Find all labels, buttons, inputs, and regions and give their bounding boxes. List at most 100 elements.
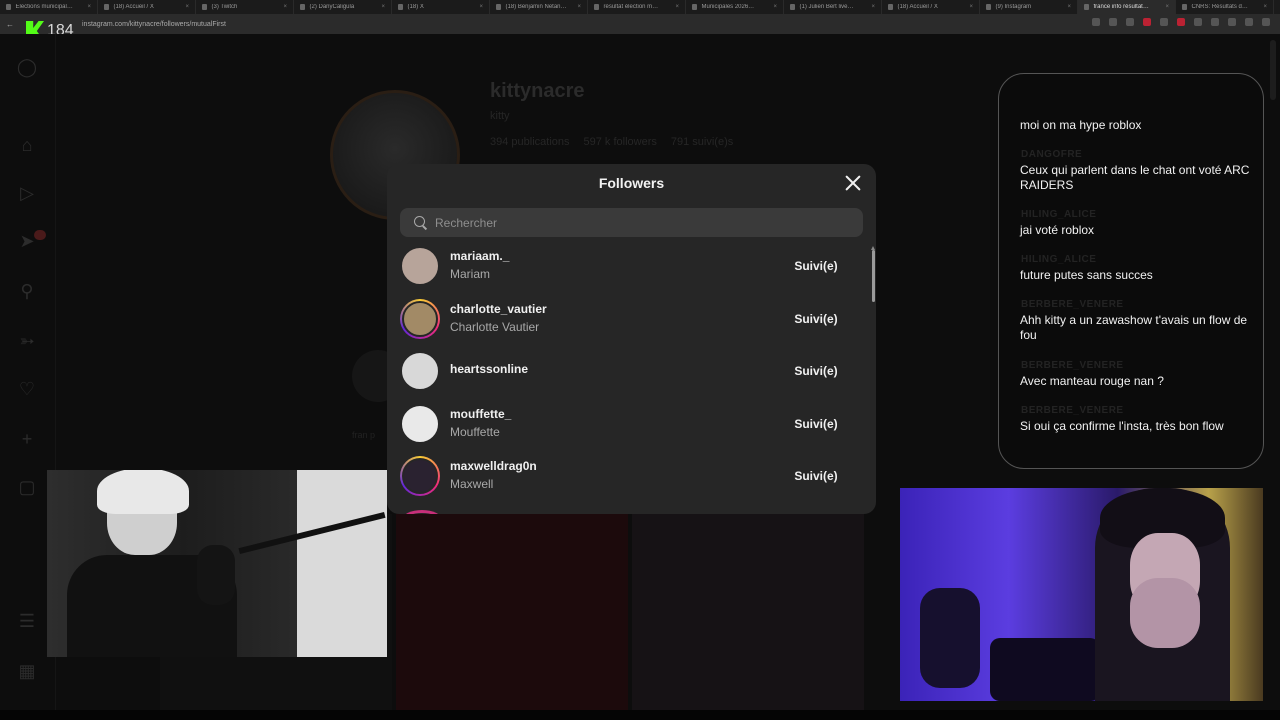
post-tile[interactable] [396, 514, 628, 710]
more-options-icon[interactable] [1262, 18, 1270, 26]
search-icon[interactable]: ⚲ [16, 280, 38, 302]
following-button[interactable]: Suivi(e) [782, 306, 850, 332]
tab-close-icon[interactable]: × [479, 4, 483, 10]
chat-message: jai voté roblox [1020, 223, 1095, 237]
extension-icon[interactable] [1143, 18, 1151, 26]
search-field[interactable] [400, 208, 863, 237]
home-icon[interactable]: ⌂ [16, 134, 38, 156]
avatar[interactable] [400, 351, 440, 391]
screen: Elections municipal… × (18) Accueil / X × (3… [0, 0, 1280, 720]
tab-close-icon[interactable]: × [1067, 4, 1071, 10]
profile-stat-following[interactable]: 791 suivi(e)s [671, 136, 733, 148]
avatar-image [402, 300, 438, 337]
puzzle-icon[interactable] [1211, 18, 1219, 26]
background-chair [920, 588, 980, 688]
following-button[interactable]: Suivi(e) [782, 411, 850, 437]
follower-row[interactable]: heartssonline Suivi(e) [387, 345, 869, 397]
zoom-icon[interactable] [1092, 18, 1100, 26]
search-input[interactable] [435, 215, 835, 230]
browser-tab-strip: Elections municipal… × (18) Accueil / X × (3… [0, 0, 1280, 14]
follower-username[interactable]: mouffette_ [450, 407, 511, 421]
tab-close-icon[interactable]: × [969, 4, 973, 10]
page-scrollbar[interactable] [1270, 40, 1276, 100]
browser-tab[interactable]: (18) X × [392, 0, 490, 14]
browser-tab[interactable]: CNRS: Résultats d… × [1176, 0, 1274, 14]
avatar[interactable] [400, 403, 440, 444]
heart-icon[interactable]: ♡ [16, 378, 38, 400]
bookmark-star-icon[interactable] [1126, 18, 1134, 26]
back-arrow-icon[interactable]: ← [6, 20, 14, 29]
browser-tab[interactable]: (18) Accueil / X × [98, 0, 196, 14]
instagram-icon[interactable]: ◯ [16, 56, 38, 78]
browser-tab[interactable]: (1) Julien Bert live… × [784, 0, 882, 14]
browser-tab[interactable]: (3) Twitch × [196, 0, 294, 14]
browser-tab[interactable]: (18) Accueil / X × [882, 0, 980, 14]
follower-username[interactable]: heartssonline [450, 362, 528, 376]
following-button[interactable]: Suivi(e) [782, 253, 850, 279]
browser-tab[interactable]: Elections municipal… × [0, 0, 98, 14]
tab-close-icon[interactable]: × [87, 4, 91, 10]
tab-close-icon[interactable]: × [185, 4, 189, 10]
browser-tab[interactable]: (18) Benjamin Netan… × [490, 0, 588, 14]
reels-icon[interactable]: ▷ [16, 182, 38, 204]
follower-full-name: Maxwell [450, 477, 494, 491]
chat-message: future putes sans succes [1020, 268, 1153, 282]
tab-label: (18) Accueil / X [897, 4, 938, 10]
list-scrollbar[interactable] [871, 246, 876, 512]
background-shadow [990, 638, 1100, 701]
tab-close-icon[interactable]: × [871, 4, 875, 10]
chat-message: Si oui ça confirme l'insta, très bon flo… [1020, 419, 1224, 433]
avatar[interactable] [400, 456, 440, 496]
avatar-image [400, 351, 440, 391]
follower-username[interactable]: charlotte_vautier [450, 302, 547, 316]
avatar[interactable] [400, 298, 440, 339]
avatar[interactable] [400, 246, 440, 286]
browser-tab[interactable]: (9) Instagram × [980, 0, 1078, 14]
extension-icon[interactable] [1194, 18, 1202, 26]
tab-close-icon[interactable]: × [381, 4, 385, 10]
close-icon[interactable] [842, 172, 864, 194]
notification-badge [34, 230, 46, 240]
story-highlight-label: fran p [352, 430, 376, 440]
url-text[interactable]: instagram.com/kittynacre/followers/mutua… [82, 21, 226, 28]
download-icon[interactable] [1228, 18, 1236, 26]
browser-tab[interactable]: (2) DanyCaligula × [294, 0, 392, 14]
tab-close-icon[interactable]: × [1263, 4, 1267, 10]
tab-close-icon[interactable]: × [577, 4, 581, 10]
cast-icon[interactable] [1109, 18, 1117, 26]
tab-close-icon[interactable]: × [773, 4, 777, 10]
post-tile[interactable] [632, 514, 864, 710]
tab-favicon-icon [6, 4, 12, 10]
tab-label: Elections municipal… [15, 4, 73, 10]
scrollbar-thumb[interactable] [872, 250, 875, 302]
profile-stat-posts[interactable]: 394 publications [490, 136, 570, 148]
tab-label: france info résultat… [1093, 4, 1149, 10]
extension-icon[interactable] [1177, 18, 1185, 26]
follower-row[interactable]: charlotte_vautier Charlotte Vautier Suivi(… [387, 293, 869, 345]
follower-row[interactable]: mouffette_ Mouffette Suivi(e) [387, 398, 869, 450]
tab-favicon-icon [692, 4, 698, 10]
profile-icon[interactable]: ▢ [16, 476, 38, 498]
tab-close-icon[interactable]: × [283, 4, 287, 10]
browser-tab[interactable]: résultat élection m… × [588, 0, 686, 14]
apps-icon[interactable]: ▦ [16, 660, 38, 682]
profile-stat-followers[interactable]: 597 k followers [584, 136, 657, 148]
tab-label: (1) Julien Bert live… [799, 4, 854, 10]
extension-icon[interactable] [1160, 18, 1168, 26]
explore-icon[interactable]: ➳ [16, 330, 38, 352]
follower-username[interactable]: maxwelldrag0n [450, 459, 537, 473]
menu-icon[interactable]: ☰ [16, 610, 38, 632]
tab-close-icon[interactable]: × [1165, 4, 1169, 10]
profile-avatar-icon[interactable] [1245, 18, 1253, 26]
browser-tab[interactable]: france info résultat… × [1078, 0, 1176, 14]
follower-row[interactable]: maxwelldrag0n Maxwell Suivi(e) [387, 450, 869, 502]
browser-tab[interactable]: Municipales 2026… × [686, 0, 784, 14]
tab-label: (18) Accueil / X [113, 4, 154, 10]
tab-close-icon[interactable]: × [675, 4, 679, 10]
follower-username[interactable]: mariaam._ [450, 249, 509, 263]
follower-row[interactable]: mariaam._ Mariam Suivi(e) [387, 240, 869, 292]
tab-label: résultat élection m… [603, 4, 659, 10]
following-button[interactable]: Suivi(e) [782, 358, 850, 384]
following-button[interactable]: Suivi(e) [782, 463, 850, 489]
create-icon[interactable]: + [16, 428, 38, 450]
